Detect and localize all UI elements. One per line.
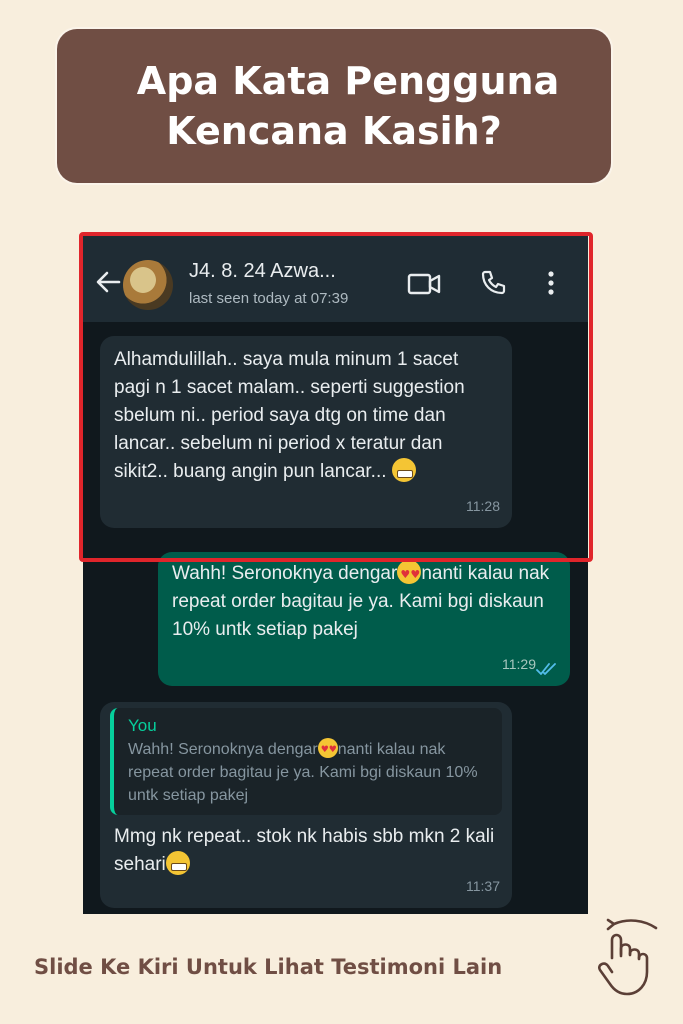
grimacing-face-emoji-icon (165, 851, 190, 875)
title-line-2: Kencana Kasih? (166, 109, 502, 153)
read-receipt-double-check-icon (536, 663, 556, 675)
footer-instruction: Slide Ke Kiri Untuk Lihat Testimoni Lain (34, 955, 503, 979)
quoted-author: You (128, 716, 157, 735)
swipe-hand-icon (598, 918, 658, 996)
heart-eyes-emoji-icon (397, 560, 422, 589)
message-incoming-2[interactable]: You Wahh! Seronoknya dengarnanti kalau n… (100, 702, 512, 908)
back-arrow-icon[interactable] (95, 270, 121, 294)
phone-icon[interactable] (479, 269, 507, 297)
quoted-text: Wahh! Seronoknya dengarnanti kalau nak r… (128, 738, 492, 807)
quoted-message[interactable]: You Wahh! Seronoknya dengarnanti kalau n… (110, 708, 502, 815)
message-text-part-1: Wahh! Seronoknya dengar (172, 563, 398, 584)
message-time: 11:29 (502, 656, 536, 672)
heart-eyes-emoji-icon (317, 738, 338, 762)
chat-screenshot: J4. 8. 24 Azwa... last seen today at 07:… (83, 236, 588, 914)
grimacing-face-emoji-icon (391, 458, 416, 482)
video-call-icon[interactable] (407, 272, 441, 296)
message-incoming-1[interactable]: Alhamdulillah.. saya mula minum 1 sacet … (100, 336, 512, 528)
message-time: 11:28 (466, 498, 500, 514)
contact-name[interactable]: J4. 8. 24 Azwa... (189, 260, 336, 283)
chat-header: J4. 8. 24 Azwa... last seen today at 07:… (83, 236, 588, 322)
avatar[interactable] (123, 260, 173, 310)
title-line-1: Apa Kata Pengguna (136, 59, 560, 103)
reply-text-block: Mmg nk repeat.. stok nk habis sbb mkn 2 … (110, 823, 502, 879)
more-options-icon[interactable] (547, 270, 555, 296)
message-outgoing-1[interactable]: Wahh! Seronoknya dengarnanti kalau nak r… (158, 552, 570, 686)
title-card: Apa Kata Pengguna Kencana Kasih? (57, 29, 611, 183)
quoted-text-part-1: Wahh! Seronoknya dengar (128, 741, 318, 758)
last-seen-status: last seen today at 07:39 (189, 290, 349, 307)
message-time: 11:37 (466, 878, 500, 894)
